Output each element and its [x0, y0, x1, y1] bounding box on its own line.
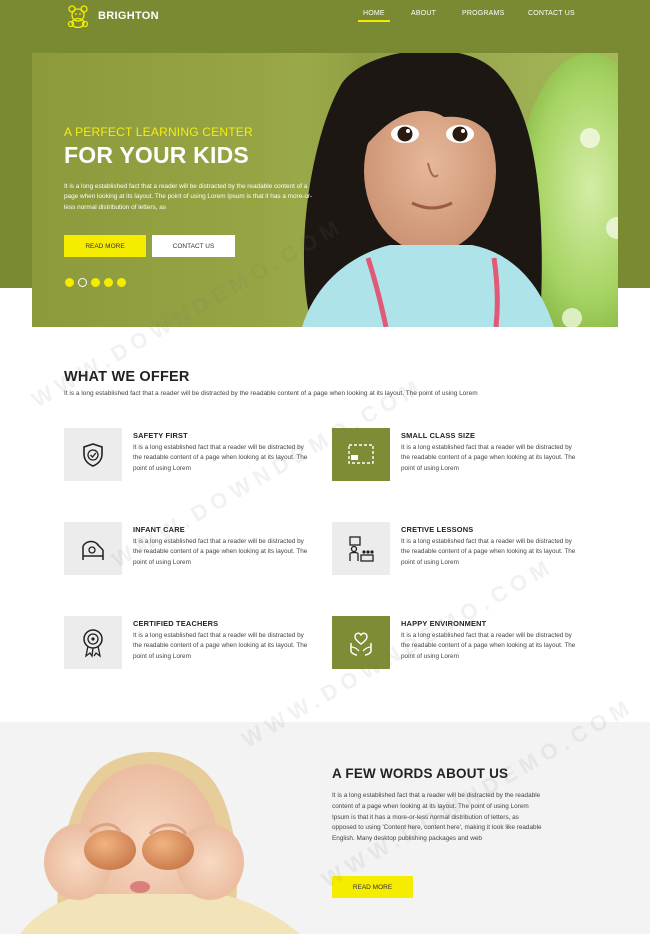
about-girl-photo — [0, 722, 320, 934]
about-read-more-button[interactable]: READ MORE — [332, 876, 413, 898]
nav-menu: HOME ABOUT PROGRAMS CONTACT US — [0, 10, 650, 24]
feature-description: It is a long established fact that a rea… — [133, 538, 308, 566]
feature-creative-lessons: CRETIVE LESSONS It is a long established… — [332, 522, 602, 582]
feature-title: INFANT CARE — [133, 525, 185, 534]
feature-icon-box — [64, 428, 122, 481]
award-icon — [83, 628, 103, 658]
slider-dot[interactable] — [117, 278, 126, 287]
nav-contact[interactable]: CONTACT US — [528, 10, 575, 17]
feature-description: It is a long established fact that a rea… — [133, 444, 308, 472]
about-section: A FEW WORDS ABOUT US It is a long establ… — [0, 722, 650, 934]
feature-title: HAPPY ENVIRONMENT — [401, 619, 487, 628]
feature-description: It is a long established fact that a rea… — [401, 538, 576, 566]
shield-icon — [83, 442, 103, 467]
feature-icon-box — [64, 616, 122, 669]
feature-description: It is a long established fact that a rea… — [401, 632, 576, 660]
feature-description: It is a long established fact that a rea… — [133, 632, 308, 660]
slider-dots — [65, 278, 126, 287]
nav-about[interactable]: ABOUT — [411, 10, 436, 17]
hero-girl-photo — [272, 53, 618, 327]
classroom-icon — [348, 443, 374, 464]
slider-dot[interactable] — [91, 278, 100, 287]
feature-title: CRETIVE LESSONS — [401, 525, 474, 534]
hero-contact-button[interactable]: CONTACT US — [152, 235, 235, 257]
feature-happy-environment: HAPPY ENVIRONMENT It is a long establish… — [332, 616, 602, 676]
feature-safety: SAFETY FIRST It is a long established fa… — [64, 428, 334, 488]
hero-banner: A PERFECT LEARNING CENTER FOR YOUR KIDS … — [32, 53, 618, 327]
slider-dot-active[interactable] — [78, 278, 87, 287]
feature-small-class: SMALL CLASS SIZE It is a long establishe… — [332, 428, 602, 488]
feature-title: SMALL CLASS SIZE — [401, 431, 476, 440]
slider-dot[interactable] — [65, 278, 74, 287]
feature-icon-box — [332, 616, 390, 669]
hero-tagline: A PERFECT LEARNING CENTER — [64, 125, 253, 139]
about-description: It is a long established fact that a rea… — [332, 792, 542, 842]
navbar: BRIGHTON HOME ABOUT PROGRAMS CONTACT US — [0, 0, 650, 32]
hero-description: It is a long established fact that a rea… — [64, 183, 313, 211]
offer-subtitle: It is a long established fact that a rea… — [64, 390, 478, 397]
hands-icon — [350, 632, 372, 656]
offer-title: WHAT WE OFFER — [64, 369, 190, 385]
feature-icon-box — [64, 522, 122, 575]
hero-title: FOR YOUR KIDS — [64, 142, 249, 168]
feature-title: CERTIFIED TEACHERS — [133, 619, 219, 628]
feature-icon-box — [332, 522, 390, 575]
feature-icon-box — [332, 428, 390, 481]
feature-certified-teachers: CERTIFIED TEACHERS It is a long establis… — [64, 616, 334, 676]
nav-home[interactable]: HOME — [358, 10, 390, 22]
hero-read-more-button[interactable]: READ MORE — [64, 235, 146, 257]
slider-dot[interactable] — [104, 278, 113, 287]
about-title: A FEW WORDS ABOUT US — [332, 766, 509, 781]
feature-infant-care: INFANT CARE It is a long established fac… — [64, 522, 334, 582]
crib-icon — [82, 540, 104, 560]
nav-programs[interactable]: PROGRAMS — [462, 10, 504, 17]
feature-title: SAFETY FIRST — [133, 431, 188, 440]
feature-description: It is a long established fact that a rea… — [401, 444, 576, 472]
teacher-icon — [349, 535, 374, 562]
